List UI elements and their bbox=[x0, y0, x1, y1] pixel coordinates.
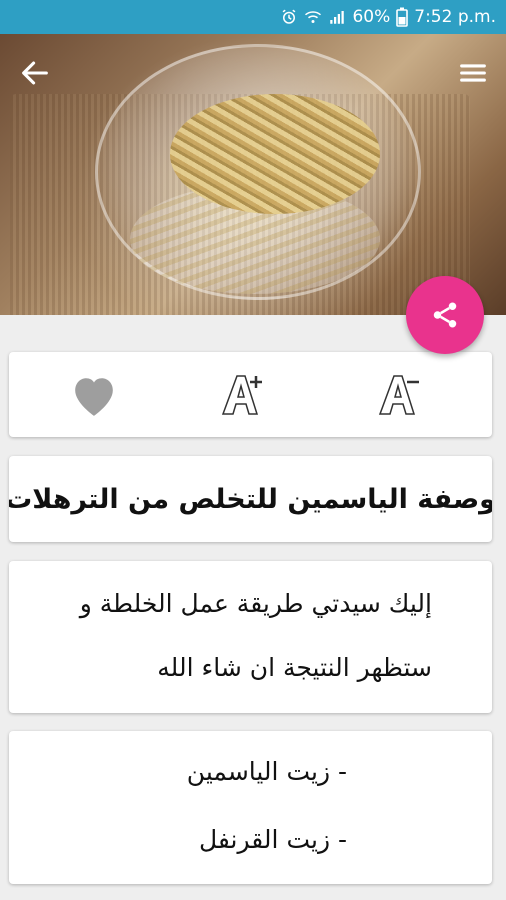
font-increase-button[interactable] bbox=[215, 370, 271, 420]
signal-icon bbox=[328, 8, 346, 26]
intro-line-1: إليك سيدتي طريقة عمل الخلطة و bbox=[79, 589, 432, 618]
intro-line-2: ستظهر النتيجة ان شاء الله bbox=[157, 653, 432, 682]
battery-percent: 60% bbox=[352, 7, 391, 27]
intro-card: إليك سيدتي طريقة عمل الخلطة و ستظهر النت… bbox=[9, 561, 492, 713]
hero-image bbox=[0, 34, 506, 315]
menu-button[interactable] bbox=[456, 56, 490, 90]
hamburger-menu-icon bbox=[460, 64, 486, 82]
clock-time: 7:52 p.m. bbox=[414, 7, 496, 27]
title-card: وصفة الياسمين للتخلص من الترهلات bbox=[9, 456, 492, 542]
article-title: وصفة الياسمين للتخلص من الترهلات bbox=[9, 483, 492, 515]
share-button[interactable] bbox=[406, 276, 484, 354]
font-decrease-button[interactable] bbox=[372, 370, 428, 420]
actions-card bbox=[9, 352, 492, 760]
battery-icon bbox=[396, 7, 409, 27]
status-bar: 60% 7:52 p.m. bbox=[0, 0, 506, 34]
ingredients-card: - زيت الياسمين - زيت القرنفل bbox=[9, 731, 492, 884]
favorite-button[interactable] bbox=[66, 370, 122, 420]
ingredient-item: - زيت الياسمين bbox=[186, 757, 347, 786]
font-decrease-icon bbox=[378, 375, 419, 415]
ingredient-item: - زيت القرنفل bbox=[198, 825, 347, 854]
hero-leaves bbox=[170, 94, 380, 214]
alarm-icon bbox=[280, 8, 298, 26]
back-button[interactable] bbox=[18, 56, 52, 90]
font-increase-icon bbox=[221, 375, 262, 415]
share-icon bbox=[433, 302, 457, 328]
wifi-icon bbox=[304, 8, 322, 26]
heart-icon bbox=[75, 378, 113, 416]
arrow-left-icon bbox=[22, 61, 48, 85]
